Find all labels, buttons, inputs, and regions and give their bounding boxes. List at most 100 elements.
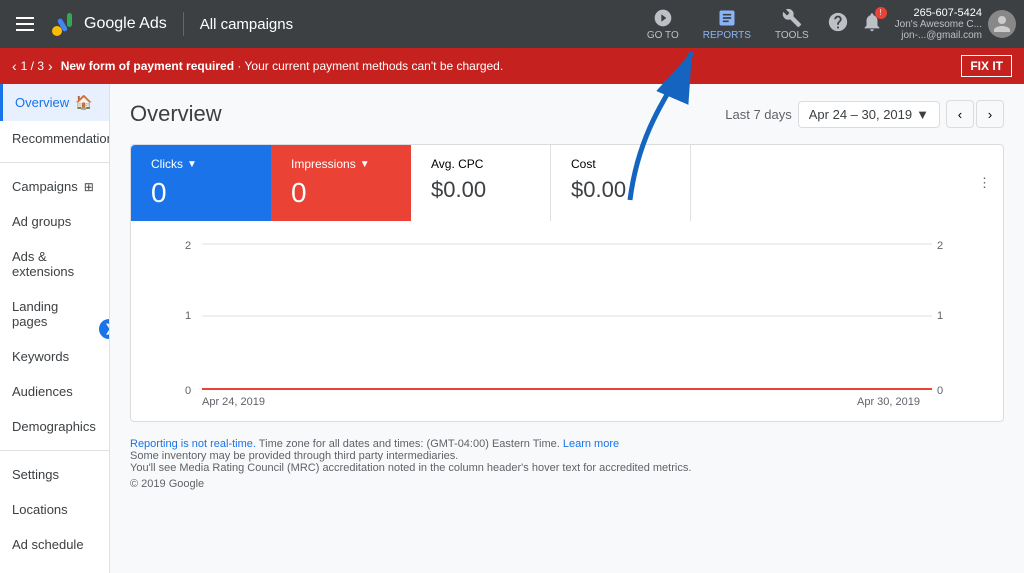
sidebar-label-overview: Overview [15,95,69,110]
sidebar-separator-2 [0,450,109,451]
home-icon: 🏠 [75,94,92,111]
metrics-row: Clicks ▼ 0 Impressions ▼ 0 Avg. CPC $0.0… [131,145,1003,221]
footer-line-1: Reporting is not real-time. Time zone fo… [130,438,1004,450]
metrics-card: Clicks ▼ 0 Impressions ▼ 0 Avg. CPC $0.0… [130,144,1004,422]
metric-cost-value: $0.00 [571,177,670,203]
sidebar-item-adschedule[interactable]: Ad schedule [0,527,109,562]
help-icon [827,11,849,33]
avatar [988,10,1016,38]
metric-clicks: Clicks ▼ 0 [131,145,271,221]
metric-cost-label: Cost [571,157,670,171]
sidebar-item-settings[interactable]: Settings [0,457,109,492]
alert-bar: ‹ 1 / 3 › New form of payment required ·… [0,48,1024,84]
notification-badge: ! [875,7,887,19]
alert-pagination: 1 / 3 [21,59,44,73]
alert-title: New form of payment required [61,59,234,73]
notifications-button[interactable]: ! [861,11,883,38]
alert-next-button[interactable]: › [48,58,53,74]
date-prev-button[interactable]: ‹ [946,100,974,128]
alert-message: New form of payment required · Your curr… [61,59,504,73]
sidebar-label-campaigns: Campaigns [12,179,78,194]
reports-button[interactable]: REPORTS [697,4,757,45]
nav-left: Google Ads All campaigns [8,9,293,39]
top-navigation: Google Ads All campaigns GO TO REPORTS T… [0,0,1024,48]
sidebar-item-campaigns[interactable]: Campaigns ⊞ [0,169,109,204]
reporting-link[interactable]: Reporting is not real-time. [130,438,256,450]
content-header: Overview Last 7 days Apr 24 – 30, 2019 ▼… [130,100,1004,128]
sidebar-label-ads-extensions: Ads & extensions [12,249,97,279]
alert-detail: · Your current payment methods can't be … [234,59,503,73]
date-picker-button[interactable]: Apr 24 – 30, 2019 ▼ [798,101,940,128]
chevron-down-icon: ▼ [916,107,929,122]
metric-avg-cpc-value: $0.00 [431,177,530,203]
date-range-value: Apr 24 – 30, 2019 [809,107,912,122]
sidebar-label-keywords: Keywords [12,349,69,364]
clicks-dropdown-icon[interactable]: ▼ [187,159,197,170]
alert-left: ‹ 1 / 3 › New form of payment required ·… [12,58,503,74]
overview-chart: 2 1 0 2 1 0 Apr 24, 2019 [147,229,987,409]
date-label: Last 7 days [725,107,792,122]
date-navigation: ‹ › [946,100,1004,128]
sidebar-item-landing-pages[interactable]: Landing pages [0,289,109,339]
sidebar-item-recommendations[interactable]: Recommendations [0,121,109,156]
footer-line-3: You'll see Media Rating Council (MRC) ac… [130,462,1004,474]
hamburger-menu[interactable] [8,9,42,39]
svg-text:0: 0 [185,385,191,397]
goto-icon [653,8,673,28]
sidebar-label-adgroups: Ad groups [12,214,71,229]
user-phone: 265-607-5424 [913,7,982,19]
goto-button[interactable]: GO TO [641,4,685,45]
date-next-button[interactable]: › [976,100,1004,128]
svg-text:1: 1 [185,310,191,322]
sidebar-label-landing-pages: Landing pages [12,299,97,329]
sidebar-separator-1 [0,162,109,163]
sidebar-label-audiences: Audiences [12,384,73,399]
content-area: Overview Last 7 days Apr 24 – 30, 2019 ▼… [110,84,1024,573]
metric-more-button[interactable]: ⋮ [966,145,1003,221]
campaigns-icon: ⊞ [84,180,94,194]
sidebar-item-audiences[interactable]: Audiences [0,374,109,409]
metric-cost: Cost $0.00 [551,145,691,221]
ads-logo-icon [50,10,78,38]
metric-avg-cpc-label: Avg. CPC [431,157,530,171]
sidebar-label-locations: Locations [12,502,68,517]
date-range-selector: Last 7 days Apr 24 – 30, 2019 ▼ ‹ › [725,100,1004,128]
metric-impressions-value: 0 [291,177,391,209]
copyright-text: © 2019 Google [130,478,1004,490]
sidebar-item-ads-extensions[interactable]: Ads & extensions [0,239,109,289]
content-footer: Reporting is not real-time. Time zone fo… [130,438,1004,490]
app-logo: Google Ads [50,10,167,38]
footer-line-2: Some inventory may be provided through t… [130,450,1004,462]
chart-area: 2 1 0 2 1 0 Apr 24, 2019 [131,221,1003,421]
page-title: Overview [130,101,222,127]
sidebar-item-devices[interactable]: Devices [0,562,109,573]
sidebar: ❯ Overview 🏠 Recommendations Campaigns ⊞… [0,84,110,573]
metric-impressions: Impressions ▼ 0 [271,145,411,221]
sidebar-item-locations[interactable]: Locations [0,492,109,527]
sidebar-label-recommendations: Recommendations [12,131,110,146]
app-name: Google Ads [84,15,167,33]
metric-clicks-label: Clicks ▼ [151,157,251,171]
sidebar-item-overview[interactable]: Overview 🏠 [0,84,109,121]
sidebar-item-keywords[interactable]: Keywords [0,339,109,374]
campaign-title: All campaigns [200,16,293,33]
tools-button[interactable]: TOOLS [769,4,815,45]
footer-text-1: Time zone for all dates and times: (GMT-… [256,438,563,450]
impressions-dropdown-icon[interactable]: ▼ [360,159,370,170]
help-button[interactable] [827,11,849,38]
user-email: jon-...@gmail.com [901,30,982,41]
alert-prev-button[interactable]: ‹ [12,58,17,74]
metric-avg-cpc: Avg. CPC $0.00 [411,145,551,221]
user-menu[interactable]: 265-607-5424 Jon's Awesome C... jon-...@… [895,7,1016,41]
tools-icon [782,8,802,28]
sidebar-item-adgroups[interactable]: Ad groups [0,204,109,239]
svg-text:2: 2 [185,240,191,252]
alert-navigation: ‹ 1 / 3 › [12,58,53,74]
svg-text:0: 0 [937,385,943,397]
nav-divider [183,12,184,36]
fix-it-button[interactable]: FIX IT [961,55,1012,77]
sidebar-label-settings: Settings [12,467,59,482]
learn-more-link[interactable]: Learn more [563,438,619,450]
sidebar-item-demographics[interactable]: Demographics [0,409,109,444]
svg-text:2: 2 [937,240,943,252]
